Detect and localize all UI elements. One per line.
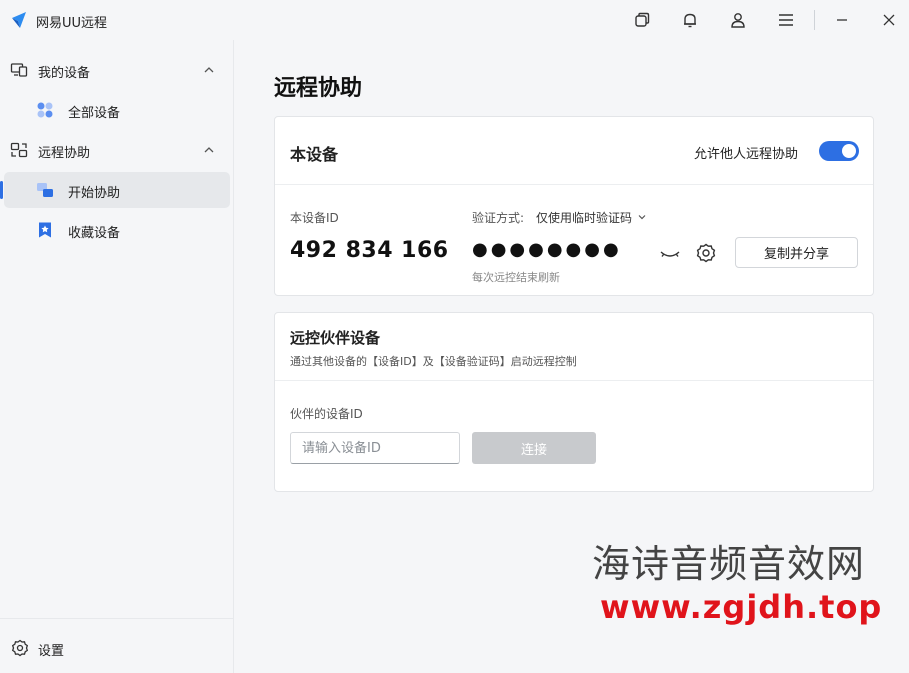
this-device-header: 本设备 允许他人远程协助 — [275, 117, 873, 185]
chevron-up-icon[interactable] — [202, 63, 216, 77]
menu-icon[interactable] — [775, 9, 797, 31]
bookmark-star-icon — [39, 222, 51, 238]
active-indicator — [0, 181, 3, 199]
eye-closed-icon[interactable] — [659, 243, 681, 265]
sidebar-item-label: 开始协助 — [68, 186, 121, 201]
sidebar-item-label: 收藏设备 — [68, 226, 121, 241]
sidebar-item-all-devices[interactable]: 全部设备 — [4, 92, 230, 128]
app-logo-icon — [12, 12, 26, 28]
sidebar-divider — [0, 618, 234, 619]
verify-method-dropdown[interactable]: 仅使用临时验证码 — [536, 209, 632, 226]
sidebar-item-label: 全部设备 — [68, 106, 121, 121]
sidebar-item-settings[interactable]: 设置 — [0, 630, 234, 666]
devices-icon — [10, 63, 28, 77]
sidebar-group-remote-assist[interactable]: 远程协助 — [0, 132, 234, 168]
window-switch-icon[interactable] — [631, 9, 653, 31]
watermark-url: www.zgjdh.top — [600, 588, 883, 626]
partner-device-title: 远控伙伴设备 — [290, 329, 381, 347]
apps-grid-icon — [37, 102, 53, 118]
sidebar-item-favorites[interactable]: 收藏设备 — [4, 212, 230, 248]
refresh-note: 每次远控结束刷新 — [472, 271, 560, 284]
title-bar: 网易UU远程 — [0, 0, 909, 40]
partner-id-label: 伙伴的设备ID — [290, 407, 363, 421]
bell-icon[interactable] — [679, 9, 701, 31]
gear-icon — [11, 639, 29, 657]
app-title: 网易UU远程 — [36, 16, 108, 31]
watermark-text: 海诗音频音效网 — [592, 542, 866, 586]
this-device-title: 本设备 — [290, 145, 339, 164]
device-id-value: 492 834 166 — [290, 238, 449, 263]
connect-button[interactable]: 连接 — [472, 432, 596, 464]
copy-and-share-button[interactable]: 复制并分享 — [735, 237, 858, 268]
partner-device-card: 远控伙伴设备 通过其他设备的【设备ID】及【设备验证码】启动远程控制 伙伴的设备… — [274, 312, 874, 492]
sidebar-group-my-devices[interactable]: 我的设备 — [0, 52, 234, 88]
page-title: 远程协助 — [274, 76, 363, 101]
allow-assist-label: 允许他人远程协助 — [694, 147, 799, 162]
partner-id-input[interactable] — [290, 432, 460, 464]
chevron-up-icon[interactable] — [202, 143, 216, 157]
minimize-icon[interactable] — [831, 9, 853, 31]
sidebar-group-label: 我的设备 — [38, 66, 91, 81]
titlebar-divider — [814, 10, 815, 30]
this-device-card: 本设备 允许他人远程协助 本设备ID 492 834 166 验证方式: 仅使用… — [274, 116, 874, 296]
sidebar: 我的设备 全部设备 远程协助 开始协助 收藏设备 设置 — [0, 40, 234, 673]
user-icon[interactable] — [727, 9, 749, 31]
close-icon[interactable] — [878, 9, 900, 31]
partner-device-header: 远控伙伴设备 通过其他设备的【设备ID】及【设备验证码】启动远程控制 — [275, 313, 873, 381]
device-id-label: 本设备ID — [290, 211, 339, 225]
allow-assist-toggle[interactable] — [819, 141, 859, 161]
sidebar-item-start-assist[interactable]: 开始协助 — [4, 172, 230, 208]
start-assist-icon — [37, 183, 53, 197]
gear-icon[interactable] — [695, 242, 717, 264]
sidebar-group-label: 远程协助 — [38, 146, 91, 161]
remote-assist-icon — [10, 142, 28, 158]
verify-method-label: 验证方式: — [472, 211, 525, 225]
settings-label: 设置 — [38, 644, 65, 659]
verification-code-masked: ●●●●●●●● — [472, 239, 622, 260]
chevron-down-icon[interactable] — [637, 212, 647, 222]
partner-device-subtitle: 通过其他设备的【设备ID】及【设备验证码】启动远程控制 — [290, 355, 577, 368]
